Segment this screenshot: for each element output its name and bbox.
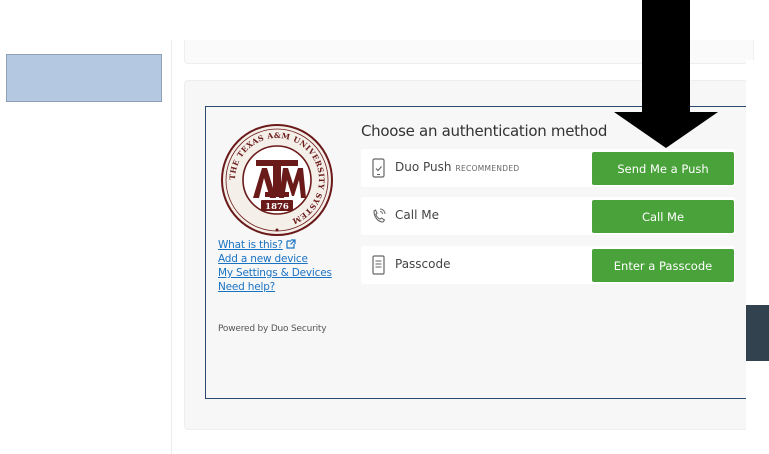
seal-year: 1876	[265, 202, 289, 212]
need-help-link[interactable]: Need help?	[218, 280, 332, 294]
duo-push-label: Duo Push RECOMMENDED	[395, 160, 519, 174]
phone-check-icon	[372, 158, 385, 178]
powered-by-text: Powered by Duo Security	[218, 324, 327, 334]
auth-heading: Choose an authentication method	[361, 122, 608, 140]
auth-method-duo-push: Duo Push RECOMMENDED Send Me a Push	[361, 149, 735, 187]
send-push-button[interactable]: Send Me a Push	[592, 152, 734, 185]
add-device-link[interactable]: Add a new device	[218, 252, 332, 266]
right-edge-mask	[746, 60, 769, 454]
auth-method-passcode: Passcode Enter a Passcode	[361, 246, 735, 284]
arrow-down-icon	[614, 0, 718, 148]
passcode-label: Passcode	[395, 257, 451, 271]
duo-push-label-text: Duo Push	[395, 160, 452, 174]
call-me-label: Call Me	[395, 208, 439, 222]
help-links: What is this? Add a new device My Settin…	[218, 238, 332, 294]
divider-line	[171, 40, 172, 454]
external-link-icon	[286, 239, 296, 249]
left-panel-block	[6, 54, 162, 102]
passcode-icon	[372, 255, 385, 275]
call-me-button[interactable]: Call Me	[592, 200, 734, 233]
phone-call-icon	[373, 208, 386, 223]
enter-passcode-button[interactable]: Enter a Passcode	[592, 249, 734, 282]
recommended-badge: RECOMMENDED	[455, 164, 520, 173]
texas-am-seal-logo: THE TEXAS A&M UNIVERSITY SYSTEM 1876	[221, 124, 333, 236]
what-is-this-label: What is this?	[218, 239, 283, 251]
auth-method-call-me: Call Me Call Me	[361, 197, 735, 235]
what-is-this-link[interactable]: What is this?	[218, 238, 332, 252]
side-feedback-tab[interactable]	[746, 305, 769, 361]
settings-devices-link[interactable]: My Settings & Devices	[218, 266, 332, 280]
